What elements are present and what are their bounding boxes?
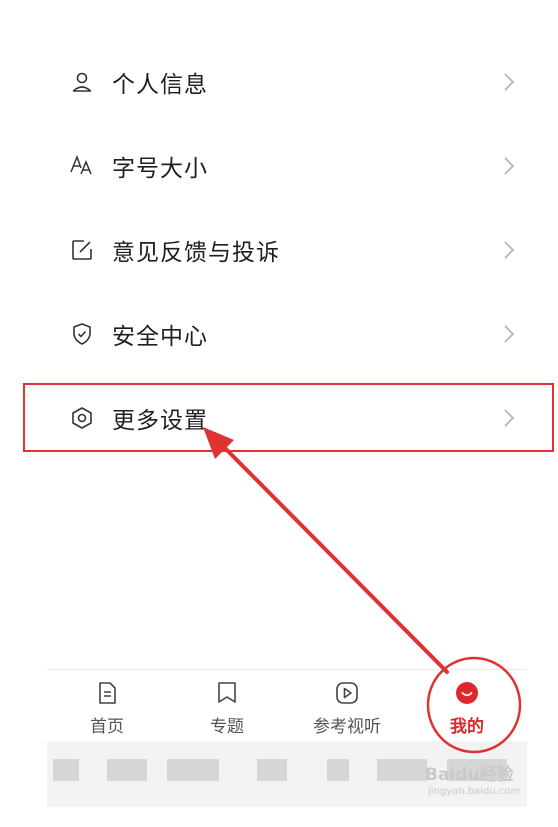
highlight-box [23,383,554,452]
font-size-icon [69,153,95,179]
annotation-arrow-line [212,435,449,674]
play-icon [336,682,358,704]
tab-topics[interactable]: 专题 [167,670,287,742]
tab-label: 我的 [450,717,484,737]
menu-item-font-size[interactable]: 字号大小 [0,124,558,208]
tab-mine[interactable]: 我的 [407,670,527,742]
menu-item-label: 字号大小 [112,156,208,182]
chevron-right-icon [504,325,515,343]
watermark-brand: Baidu经验 [425,765,514,785]
shield-icon [69,321,95,347]
tab-label: 参考视听 [313,717,381,737]
chevron-right-icon [504,241,515,259]
menu-item-label: 个人信息 [112,72,208,98]
watermark-url: jingyan.baidu.com [428,786,521,797]
menu-item-label: 安全中心 [112,324,208,350]
mine-icon [456,682,478,704]
menu-item-personal-info[interactable]: 个人信息 [0,40,558,124]
tab-label: 首页 [90,717,124,737]
home-doc-icon [99,682,116,704]
chevron-right-icon [504,157,515,175]
chevron-right-icon [504,73,515,91]
menu-item-feedback[interactable]: 意见反馈与投诉 [0,208,558,292]
tab-label: 专题 [210,717,244,737]
bottom-tab-bar: 首页 专题 参考视听 我的 [47,669,527,742]
tab-home[interactable]: 首页 [47,670,167,742]
menu-item-security-center[interactable]: 安全中心 [0,292,558,376]
user-icon [69,69,95,95]
tab-audio-video[interactable]: 参考视听 [287,670,407,742]
menu-item-label: 意见反馈与投诉 [112,240,280,266]
bookmark-icon [218,682,236,703]
edit-icon [69,237,95,263]
